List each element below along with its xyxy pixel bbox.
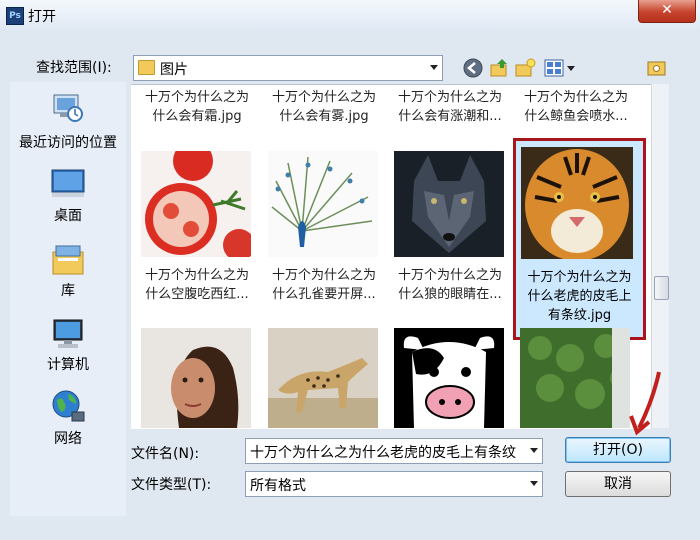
place-label: 库 [61, 283, 75, 299]
place-recent[interactable]: 最近访问的位置 [10, 90, 126, 156]
desktop-icon [51, 169, 85, 197]
file-name-line1: 十万个为什么之为 [271, 90, 376, 105]
open-button[interactable]: 打开(O) [565, 437, 671, 463]
tomato-thumbnail[interactable] [141, 151, 251, 257]
lookin-value: 图片 [160, 62, 188, 78]
file-name-line1: 十万个为什么之为 [271, 268, 376, 283]
place-label: 网络 [54, 431, 82, 447]
title-bar: Ps 打开 ✕ [0, 0, 700, 30]
chevron-down-icon [530, 481, 538, 486]
photoshop-icon: Ps [6, 7, 24, 25]
file-name-line1: 十万个为什么之为 [527, 270, 632, 285]
up-folder-icon[interactable] [488, 57, 510, 79]
selected-file-item[interactable]: 十万个为什么之为 什么老虎的皮毛上 有条纹.jpg [513, 138, 646, 340]
filetype-select[interactable]: 所有格式 [245, 471, 543, 497]
chevron-down-icon [430, 65, 438, 70]
list-item[interactable]: 十万个为什么之为 什么狼的眼睛在... [388, 266, 512, 304]
file-name-line2: 什么会有雾.jpg [279, 109, 369, 124]
file-name-line2: 什么孔雀要开屏... [272, 287, 376, 302]
file-name-line2: 什么会有涨潮和... [398, 109, 502, 124]
file-name-line1: 十万个为什么之为 [397, 90, 502, 105]
folder-icon [138, 60, 155, 75]
file-name-line1: 十万个为什么之为 [144, 268, 249, 283]
list-item[interactable]: 十万个为什么之为 什么会有涨潮和... [388, 88, 512, 126]
lookin-combo[interactable]: 图片 [133, 55, 443, 81]
place-computer[interactable]: 计算机 [10, 318, 126, 374]
file-name-line3: 有条纹.jpg [547, 308, 612, 323]
place-libraries[interactable]: 库 [10, 242, 126, 299]
woman-thumbnail[interactable] [141, 328, 251, 428]
file-list[interactable]: 十万个为什么之为 什么会有霜.jpg 十万个为什么之为 什么会有雾.jpg 十万… [131, 84, 651, 429]
peacock-thumbnail[interactable] [268, 151, 378, 257]
list-item[interactable]: 十万个为什么之为 什么孔雀要开屏... [262, 266, 386, 304]
views-menu-icon[interactable] [543, 57, 577, 79]
file-name-line1: 十万个为什么之为 [523, 90, 628, 105]
filename-input[interactable]: 十万个为什么之为什么老虎的皮毛上有条纹 [245, 438, 543, 464]
file-name-line2: 什么会有霜.jpg [152, 109, 242, 124]
file-name-line2: 什么空腹吃西红... [145, 287, 249, 302]
file-name-line2: 什么老虎的皮毛上 [527, 289, 632, 304]
new-folder-icon[interactable] [514, 57, 536, 79]
chevron-down-icon[interactable] [530, 448, 538, 453]
network-icon [52, 390, 85, 422]
filename-label: 文件名(N): [131, 446, 200, 462]
cancel-button[interactable]: 取消 [565, 471, 671, 497]
annotation-arrow-icon [629, 371, 661, 436]
tiger-thumbnail [521, 147, 633, 259]
place-network[interactable]: 网络 [10, 388, 126, 447]
libraries-icon [52, 245, 84, 275]
filename-value: 十万个为什么之为什么老虎的皮毛上有条纹 [250, 445, 516, 461]
filetype-label: 文件类型(T): [131, 477, 212, 493]
places-bar: 最近访问的位置 桌面 库 计算机 网络 [10, 82, 126, 516]
scrollbar-thumb[interactable] [654, 276, 669, 300]
list-item[interactable]: 十万个为什么之为 什么会有雾.jpg [262, 88, 386, 126]
place-label: 计算机 [47, 357, 89, 373]
list-item[interactable]: 十万个为什么之为 什么会有霜.jpg [135, 88, 259, 126]
cow-thumbnail[interactable] [394, 328, 504, 428]
green-wall-thumbnail[interactable] [520, 328, 630, 428]
recent-places-icon [53, 94, 83, 122]
wolf-thumbnail[interactable] [394, 151, 504, 257]
filetype-value: 所有格式 [250, 478, 306, 494]
place-desktop[interactable]: 桌面 [10, 168, 126, 224]
close-button[interactable]: ✕ [638, 0, 696, 23]
file-name-line2: 什么狼的眼睛在... [398, 287, 502, 302]
list-item[interactable]: 十万个为什么之为 什么鲸鱼会喷水... [514, 88, 638, 126]
list-item[interactable]: 十万个为什么之为 什么空腹吃西红... [135, 266, 259, 304]
back-icon[interactable] [462, 57, 484, 79]
file-name-line1: 十万个为什么之为 [144, 90, 249, 105]
place-label: 桌面 [54, 208, 82, 224]
file-name-line1: 十万个为什么之为 [397, 268, 502, 283]
file-name-line2: 什么鲸鱼会喷水... [524, 109, 628, 124]
computer-icon [53, 319, 83, 348]
cheetah-thumbnail[interactable] [268, 328, 378, 428]
lookin-label: 查找范围(I): [36, 60, 112, 76]
preview-icon[interactable] [646, 57, 668, 79]
place-label: 最近访问的位置 [19, 135, 117, 151]
selected-file-name: 十万个为什么之为 什么老虎的皮毛上 有条纹.jpg [516, 268, 643, 325]
window-title: 打开 [28, 9, 56, 25]
